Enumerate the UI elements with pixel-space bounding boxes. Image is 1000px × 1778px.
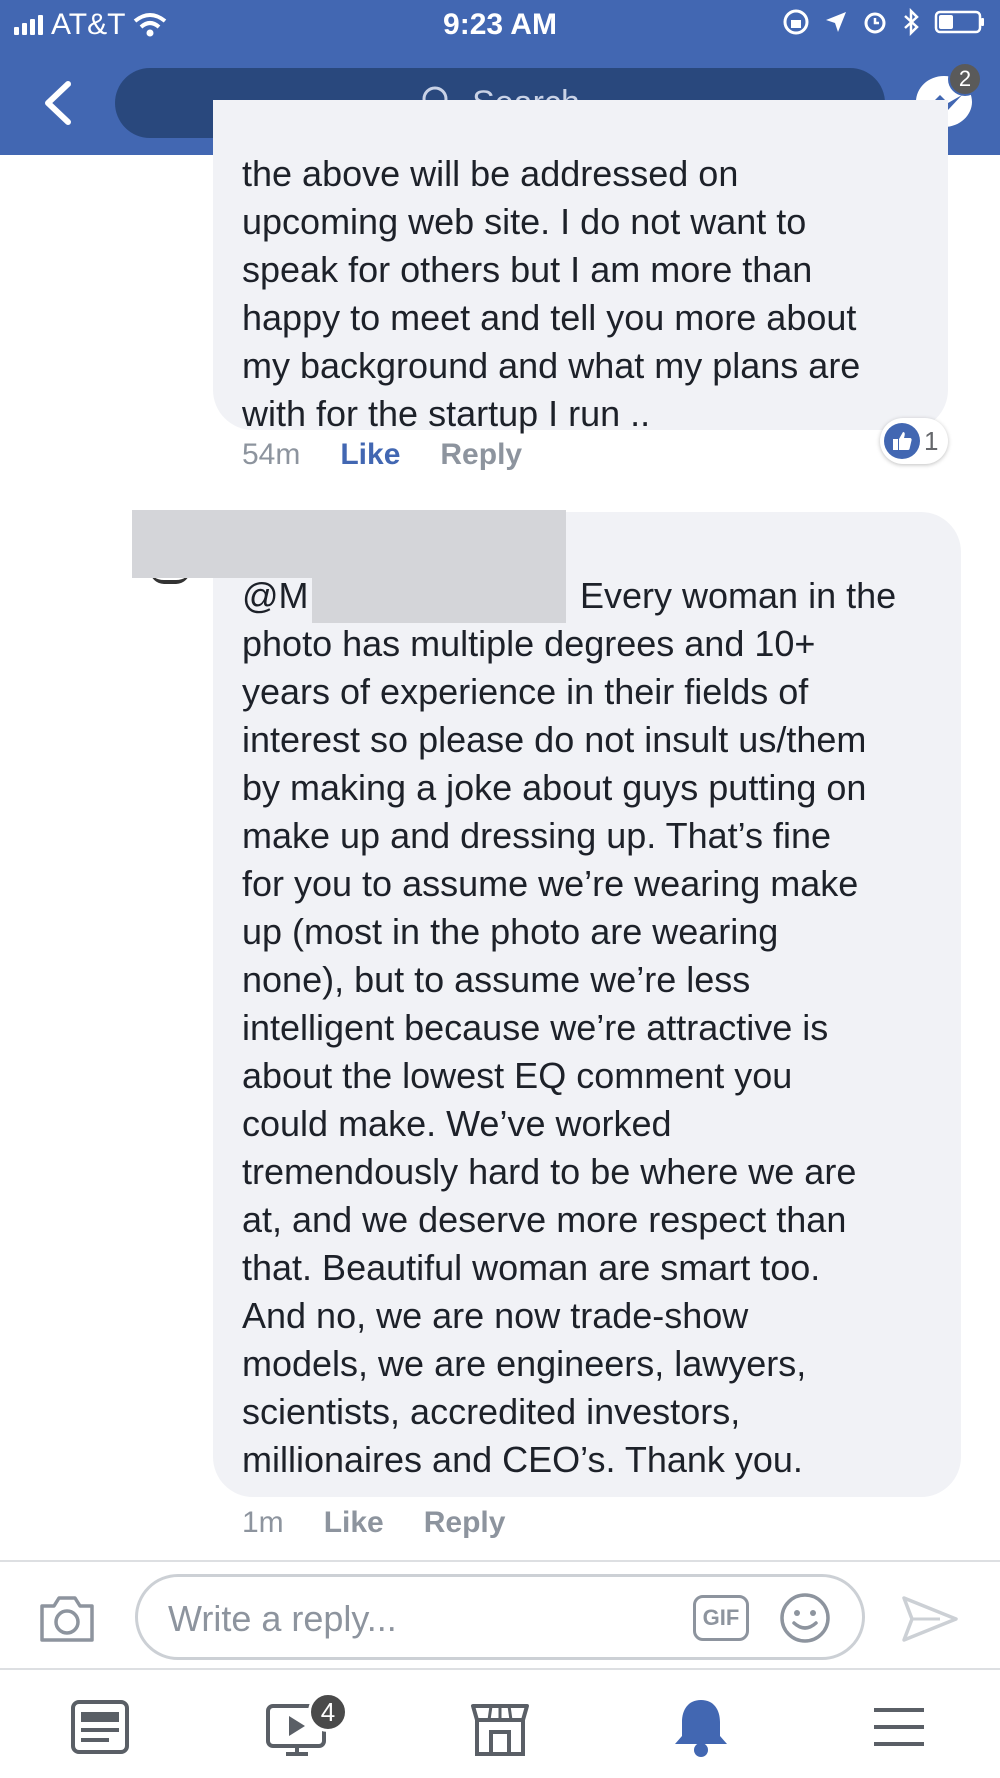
- back-button[interactable]: [38, 78, 78, 128]
- comment-line: about the lowest EQ comment you: [242, 1055, 793, 1096]
- reaction-count: 1: [924, 425, 939, 456]
- alarm-icon: [864, 12, 886, 34]
- comment-line: And no, we are now trade-show: [242, 1295, 749, 1336]
- comment-line: that. Beautiful woman are smart too.: [242, 1247, 821, 1288]
- comment-line: up (most in the photo are wearing: [242, 911, 779, 952]
- comment-line: none), but to assume we’re less: [242, 959, 751, 1000]
- menu-icon[interactable]: [864, 1692, 934, 1762]
- thumbs-up-icon: [884, 423, 920, 459]
- comment-actions: 1m Like Reply: [242, 1506, 505, 1540]
- camera-icon[interactable]: [38, 1592, 96, 1644]
- redaction-block: [312, 575, 566, 623]
- reply-button[interactable]: Reply: [440, 438, 522, 472]
- like-button[interactable]: Like: [340, 438, 400, 472]
- reply-input[interactable]: [168, 1597, 648, 1641]
- marketplace-icon[interactable]: [465, 1692, 535, 1762]
- bottom-navigation: 4: [0, 1672, 1000, 1778]
- comment-line: could make. We’ve worked: [242, 1103, 672, 1144]
- reply-composer: GIF: [0, 1560, 1000, 1670]
- comment-line: make up and dressing up. That’s fine: [242, 815, 832, 856]
- messenger-badge: 2: [948, 62, 982, 96]
- reply-field[interactable]: GIF: [135, 1574, 865, 1660]
- comment-line: for you to assume we’re wearing make: [242, 863, 859, 904]
- emoji-icon[interactable]: [778, 1591, 832, 1645]
- send-icon[interactable]: [900, 1594, 960, 1644]
- reply-button[interactable]: Reply: [424, 1506, 506, 1540]
- comment-line: photo has multiple degrees and 10+: [242, 623, 816, 664]
- comment-line: at, and we deserve more respect than: [242, 1199, 847, 1240]
- comment-line: years of experience in their fields of: [242, 671, 809, 712]
- comment-line: millionaires and CEO’s. Thank you.: [242, 1439, 803, 1480]
- notifications-icon[interactable]: [666, 1692, 736, 1762]
- comment-text: the above will be addressed on upcoming …: [242, 153, 861, 434]
- news-feed-icon[interactable]: [65, 1692, 135, 1762]
- comment-actions: 54m Like Reply: [242, 438, 522, 472]
- gif-button[interactable]: GIF: [693, 1595, 749, 1641]
- comment-line: models, we are engineers, lawyers,: [242, 1343, 807, 1384]
- battery-icon: [934, 10, 984, 34]
- location-icon: [826, 12, 846, 32]
- video-badge: 4: [308, 1692, 348, 1732]
- comment-timestamp: 54m: [242, 438, 301, 471]
- comment-text: Every woman in the photo has multiple deg…: [0, 572, 1000, 1484]
- comment-line: by making a joke about guys putting on: [242, 767, 867, 808]
- comment-line: scientists, accredited investors,: [242, 1391, 741, 1432]
- redaction-block: [132, 510, 566, 578]
- status-bar: AT&T 9:23 AM: [0, 0, 1000, 50]
- like-button[interactable]: Like: [324, 1506, 384, 1540]
- rotation-lock-icon: [783, 9, 809, 35]
- bluetooth-icon: [904, 8, 919, 36]
- comment-timestamp: 1m: [242, 1506, 284, 1539]
- comment-line: interest so please do not insult us/them: [242, 719, 867, 760]
- comment-line: intelligent because we’re attractive is: [242, 1007, 829, 1048]
- reaction-summary[interactable]: 1: [880, 418, 949, 464]
- comment-line: tremendously hard to be where we are: [242, 1151, 857, 1192]
